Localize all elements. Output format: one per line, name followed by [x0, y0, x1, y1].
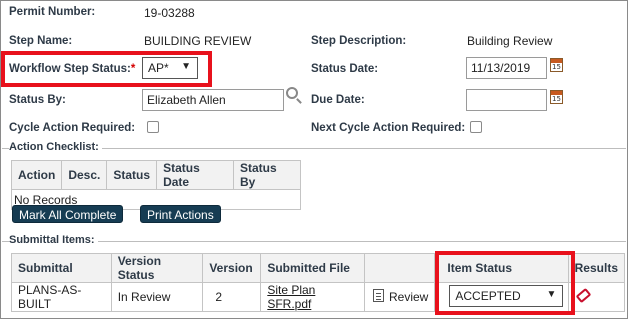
column-header-version-status[interactable]: Version Status [110, 253, 204, 283]
column-header-review [363, 253, 436, 283]
calendar-icon[interactable]: 15 [550, 90, 563, 104]
due-date-input[interactable] [466, 89, 547, 111]
status-date-input[interactable]: 11/13/2019 [466, 57, 547, 79]
search-icon[interactable] [286, 87, 298, 99]
review-link[interactable]: Review [389, 290, 428, 304]
step-name-value: BUILDING REVIEW [144, 34, 252, 48]
column-header-desc[interactable]: Desc. [61, 160, 108, 190]
column-header-status-by[interactable]: Status By [232, 160, 302, 190]
mark-all-complete-button[interactable]: Mark All Complete [12, 205, 124, 223]
submitted-file-link[interactable]: Site Plan SFR.pdf [267, 283, 315, 311]
step-name-label: Step Name: [9, 35, 73, 47]
calendar-icon[interactable]: 15 [550, 58, 563, 72]
column-header-action[interactable]: Action [10, 160, 63, 190]
status-date-label: Status Date: [311, 63, 379, 75]
status-by-label: Status By: [9, 94, 66, 106]
workflow-step-status-label: Workflow Step Status:* [9, 63, 136, 75]
version-status-cell: In Review [110, 282, 204, 312]
required-marker: * [130, 63, 136, 75]
workflow-step-status-select[interactable]: AP* ▼ [142, 57, 198, 79]
submittal-items-title: Submittal Items: [9, 234, 98, 246]
column-header-submitted-file[interactable]: Submitted File [260, 253, 365, 283]
document-icon [373, 289, 384, 302]
next-cycle-action-required-label: Next Cycle Action Required: [311, 122, 466, 134]
column-header-results[interactable]: Results [567, 253, 626, 283]
submitted-file-cell: Site Plan SFR.pdf [260, 282, 365, 312]
submittal-cell: PLANS-AS-BUILT [11, 282, 112, 312]
workflow-step-status-value: AP* [148, 61, 169, 75]
step-description-value: Building Review [467, 34, 553, 48]
permit-number-label: Permit Number: [9, 6, 96, 18]
action-checklist-header-row: Action Desc. Status Status Date Status B… [10, 160, 302, 190]
cycle-action-required-checkbox[interactable] [147, 121, 159, 133]
version-cell: 2 [202, 282, 262, 312]
tag-icon[interactable] [575, 287, 592, 304]
status-by-input[interactable]: Elizabeth Allen [142, 89, 284, 111]
action-checklist-table: Action Desc. Status Status Date Status B… [10, 160, 302, 210]
column-header-submittal[interactable]: Submittal [11, 253, 112, 283]
cycle-action-required-label: Cycle Action Required: [9, 122, 136, 134]
due-date-label: Due Date: [311, 94, 365, 106]
next-cycle-action-required-checkbox[interactable] [470, 121, 482, 133]
results-cell [567, 282, 626, 312]
item-status-highlight [435, 251, 575, 315]
action-checklist-title: Action Checklist: [9, 141, 102, 153]
step-description-label: Step Description: [311, 35, 407, 47]
column-header-status[interactable]: Status [106, 160, 158, 190]
review-cell[interactable]: Review [363, 282, 436, 312]
column-header-status-date[interactable]: Status Date [156, 160, 234, 190]
permit-workflow-panel: Permit Number: 19-03288 Step Name: BUILD… [0, 0, 628, 319]
permit-number-value: 19-03288 [144, 6, 195, 20]
column-header-version[interactable]: Version [202, 253, 262, 283]
print-actions-button[interactable]: Print Actions [140, 205, 221, 223]
chevron-down-icon: ▼ [181, 61, 191, 72]
